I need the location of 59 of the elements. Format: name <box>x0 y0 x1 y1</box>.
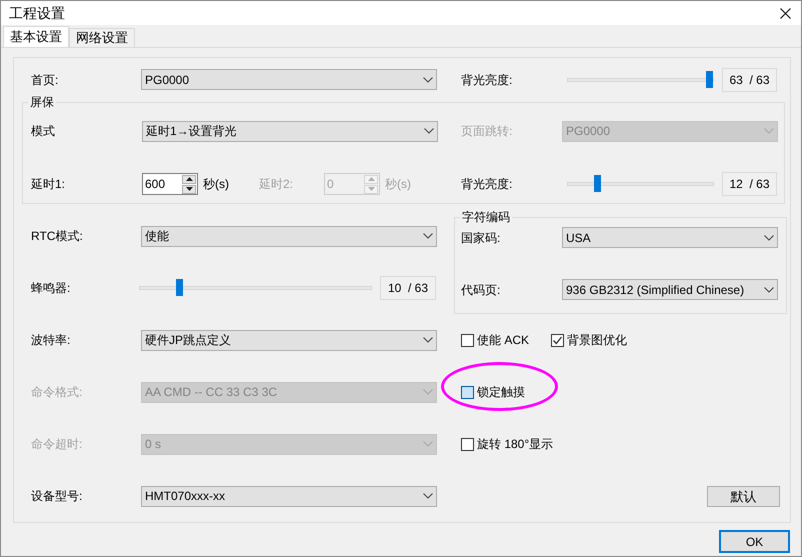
dropdown[interactable]: HMT070xxx-xx <box>141 486 437 506</box>
field-label: 代码页: <box>461 282 502 298</box>
value-display: 63 / 63 <box>722 68 777 92</box>
window-title: 工程设置 <box>9 4 66 22</box>
chevron-down-icon <box>764 286 774 292</box>
field-label: 国家码: <box>461 230 502 246</box>
field-label: 波特率: <box>31 332 72 349</box>
field-label: 首页: <box>31 72 60 89</box>
dropdown[interactable]: 936 GB2312 (Simplified Chinese) <box>562 279 778 300</box>
chevron-down-icon <box>423 389 433 395</box>
dropdown[interactable]: 延时1→设置背光 <box>142 120 438 142</box>
triangle-down-icon <box>186 187 192 192</box>
field-label: 命令格式: <box>31 384 84 401</box>
checkbox-label[interactable]: 背景图优化 <box>567 331 628 349</box>
chevron-down-icon <box>423 76 433 83</box>
dropdown[interactable]: PG0000 <box>141 69 437 90</box>
default-button[interactable]: 默认 <box>707 486 780 506</box>
chevron-down-icon <box>423 233 433 239</box>
ok-button[interactable]: OK <box>719 530 790 553</box>
checkbox-label[interactable]: 旋转 180°显示 <box>477 435 554 453</box>
unit-label: 秒(s) <box>385 176 411 194</box>
field-label: 背光亮度: <box>461 72 514 89</box>
group-title: 屏保 <box>28 94 56 110</box>
dropdown[interactable]: 硬件JP跳点定义 <box>141 330 437 350</box>
chevron-down-icon <box>423 493 433 499</box>
tab[interactable]: 网络设置 <box>69 28 135 47</box>
chevron-down-icon <box>424 128 434 134</box>
value-display: 10 / 63 <box>380 276 436 300</box>
field-label: RTC模式: <box>31 228 84 245</box>
chevron-down-icon <box>764 234 774 240</box>
tab[interactable]: 基本设置 <box>3 26 69 47</box>
spin-box[interactable]: 600 <box>142 173 198 196</box>
slider-thumb[interactable] <box>594 175 602 192</box>
value-display: 12 / 63 <box>722 172 777 196</box>
dropdown[interactable]: USA <box>562 227 778 248</box>
unit-label: 秒(s) <box>203 176 229 194</box>
field-label: 蜂鸣器: <box>31 280 72 297</box>
chevron-down-icon <box>423 337 433 343</box>
spin-down-button[interactable] <box>182 184 196 194</box>
triangle-up-icon <box>368 177 374 182</box>
checkbox-label[interactable]: 使能 ACK <box>477 331 530 349</box>
field-label: 设备型号: <box>31 488 84 505</box>
field-label: 页面跳转: <box>461 123 514 140</box>
slider-thumb[interactable] <box>706 70 713 88</box>
dropdown[interactable]: 使能 <box>141 226 437 246</box>
field-label: 命令超时: <box>31 436 84 453</box>
close-icon[interactable] <box>780 8 791 18</box>
group-title: 字符编码 <box>460 209 512 225</box>
chevron-down-icon <box>423 441 433 447</box>
slider-thumb[interactable] <box>176 279 183 296</box>
field-label: 背光亮度: <box>461 176 514 194</box>
triangle-up-icon <box>186 177 192 182</box>
triangle-down-icon <box>368 187 374 192</box>
field-label: 延时1: <box>31 176 66 194</box>
chevron-down-icon <box>764 128 774 134</box>
field-label: 延时2: <box>259 176 294 194</box>
field-label: 模式 <box>31 123 56 140</box>
checkbox-label[interactable]: 锁定触摸 <box>477 383 525 401</box>
spin-up-button[interactable] <box>182 174 196 184</box>
